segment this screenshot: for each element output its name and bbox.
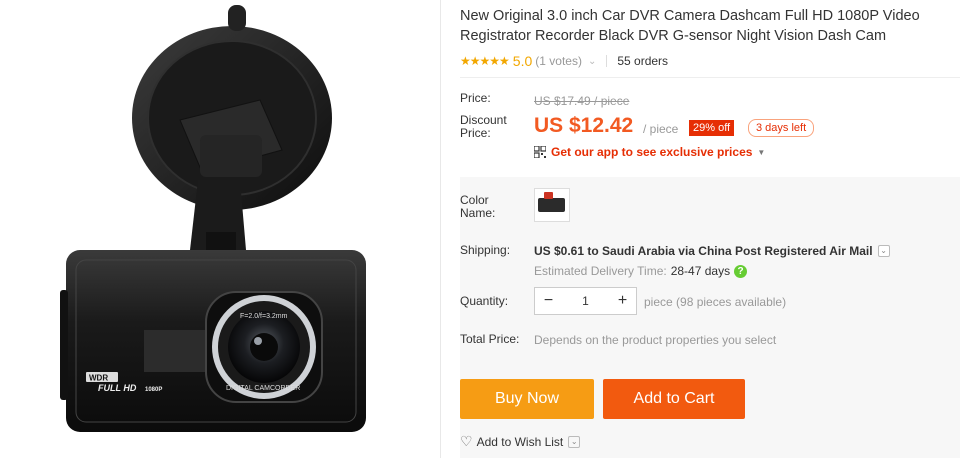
rating-row: ★★★★★ 5.0 (1 votes) ⌄ 55 orders xyxy=(460,52,668,70)
wishlist-label[interactable]: Add to Wish List xyxy=(477,435,564,449)
help-icon[interactable]: ? xyxy=(734,264,748,278)
swatch-image xyxy=(538,198,565,212)
swatch-accent xyxy=(544,192,553,199)
shipping-dropdown-icon[interactable]: ⌄ xyxy=(877,245,890,257)
decrease-quantity-button[interactable]: − xyxy=(535,292,562,310)
estimated-delivery-days: 28-47 days xyxy=(670,264,731,278)
orders-count: 55 orders xyxy=(617,54,669,68)
discount-badge: 29% off xyxy=(689,120,735,136)
quantity-availability: piece (98 pieces available) xyxy=(644,295,787,309)
lens-label-text: DIGITAL CAMCORDER xyxy=(226,385,300,392)
res-text: 1080P xyxy=(145,387,162,393)
quantity-label: Quantity: xyxy=(460,294,509,308)
days-left-badge: 3 days left xyxy=(748,119,815,137)
divider xyxy=(460,77,960,78)
caret-down-icon[interactable]: ▼ xyxy=(757,148,765,157)
color-name-label: Color Name: xyxy=(460,193,496,220)
buy-now-button[interactable]: Buy Now xyxy=(460,379,594,419)
lens-ring-text: F=2.0/f=3.2mm xyxy=(240,313,288,320)
add-to-wishlist-link[interactable]: ♡ Add to Wish List ⌄ xyxy=(460,433,581,450)
wdr-text: WDR xyxy=(89,374,108,383)
total-price-value: Depends on the product properties you se… xyxy=(534,333,777,347)
fullhd-text: FULL HD xyxy=(98,383,137,393)
rating-stars-icon: ★★★★★ xyxy=(460,54,510,68)
discount-price: US $12.42 xyxy=(534,114,634,137)
chevron-down-icon[interactable]: ⌄ xyxy=(568,435,581,448)
panel-divider xyxy=(440,0,441,458)
qr-code-icon xyxy=(534,146,546,158)
price-label: Price: xyxy=(460,91,491,105)
rating-value: 5.0 xyxy=(512,53,533,69)
shipping-label: Shipping: xyxy=(460,243,511,257)
divider xyxy=(606,55,608,67)
quantity-stepper: − 1 + xyxy=(534,287,637,315)
quantity-input[interactable]: 1 xyxy=(562,294,609,308)
product-image[interactable]: F=2.0/f=3.2mm DIGITAL CAMCORDER WDR FULL… xyxy=(0,0,440,458)
color-swatch[interactable] xyxy=(534,188,570,222)
estimated-delivery-label: Estimated Delivery Time: xyxy=(534,264,667,278)
discount-price-label: Discount Price: xyxy=(460,113,507,140)
shipping-cost: US $0.61 xyxy=(534,244,585,258)
old-price: US $17.49 / piece xyxy=(534,94,630,108)
increase-quantity-button[interactable]: + xyxy=(609,292,636,310)
chevron-down-icon[interactable]: ⌄ xyxy=(588,56,596,67)
dashcam-image: F=2.0/f=3.2mm DIGITAL CAMCORDER WDR FULL… xyxy=(60,5,366,432)
estimated-delivery: Estimated Delivery Time: 28-47 days ? xyxy=(534,264,748,278)
product-title: New Original 3.0 inch Car DVR Camera Das… xyxy=(460,8,920,44)
shipping-destination: to Saudi Arabia via China Post Registere… xyxy=(587,244,873,258)
heart-icon: ♡ xyxy=(460,433,473,449)
shipping-info: US $0.61 to Saudi Arabia via China Post … xyxy=(534,244,890,258)
app-promo-link[interactable]: Get our app to see exclusive prices ▼ xyxy=(534,145,765,159)
total-price-label: Total Price: xyxy=(460,332,520,346)
app-promo-text[interactable]: Get our app to see exclusive prices xyxy=(551,145,752,159)
votes-link[interactable]: (1 votes) xyxy=(535,54,582,68)
price-unit: / piece xyxy=(643,122,679,136)
add-to-cart-button[interactable]: Add to Cart xyxy=(603,379,745,419)
